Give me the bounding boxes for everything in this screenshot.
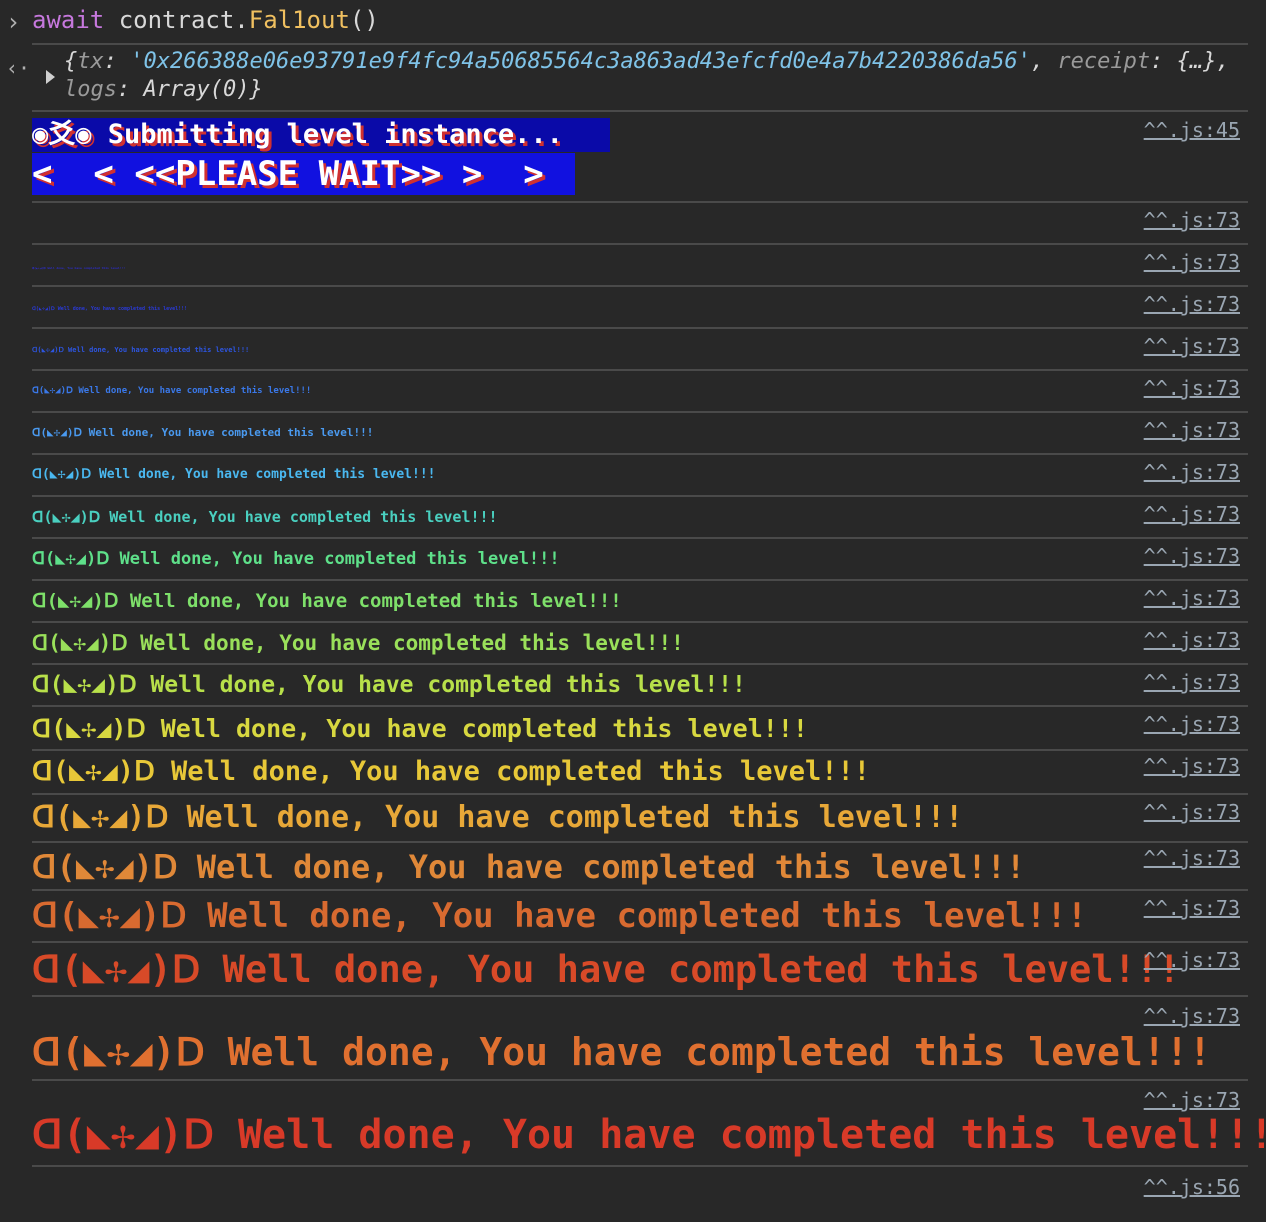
well-done-message: ᗡ(◣✢◢)ᗞ Well done, You have completed th… — [32, 426, 374, 439]
separator — [32, 1165, 1248, 1167]
well-done-message: ᗡ(◣✢◢)ᗞ Well done, You have completed th… — [32, 467, 436, 482]
console-log-row — [0, 202, 1266, 244]
please-wait-banner: < < <<PLEASE WAIT>> > > — [32, 153, 575, 195]
source-link[interactable]: ^^.js:73 — [1144, 418, 1240, 442]
well-done-message: ᗡ(◣✢◢)ᗞ Well done, You have completed th… — [32, 590, 622, 612]
return-arrow-icon: ‹· — [6, 56, 31, 80]
well-done-message: ᗡ(◣✢◢)ᗞ Well done, You have completed th… — [32, 672, 746, 698]
well-done-message: ᗡ(◣✢◢)ᗞ Well done, You have completed th… — [32, 848, 1026, 886]
well-done-message: ᗡ(◣✢◢)ᗞ Well done, You have completed th… — [32, 508, 498, 526]
console-input-row: › await contract.Fal1out() — [0, 0, 1266, 44]
well-done-message: ᗡ(◣✢◢)ᗞ Well done, You have completed th… — [32, 346, 250, 354]
logs-value: Array(0)} — [143, 77, 263, 102]
source-link[interactable]: ^^.js:45 — [1144, 118, 1240, 142]
source-link[interactable]: ^^.js:73 — [1144, 670, 1240, 694]
source-link[interactable]: ^^.js:73 — [1144, 948, 1240, 972]
prompt-chevron-icon: › — [6, 8, 21, 36]
command-text[interactable]: await contract.Fal1out() — [32, 6, 379, 34]
well-done-message: ᗡ(◣✢◢)ᗞ Well done, You have completed th… — [32, 631, 684, 655]
source-link[interactable]: ^^.js:73 — [1144, 334, 1240, 358]
source-link[interactable]: ^^.js:73 — [1144, 460, 1240, 484]
well-done-message: ᗡ(◣✢◢)ᗞ Well done, You have completed th… — [32, 800, 964, 835]
source-link[interactable]: ^^.js:73 — [1144, 754, 1240, 778]
source-link[interactable]: ^^.js:73 — [1144, 292, 1240, 316]
source-link[interactable]: ^^.js:73 — [1144, 846, 1240, 870]
console-log-row — [0, 286, 1266, 328]
well-done-message: ᗡ(◣✢◢)ᗞ Well done, You have completed th… — [32, 549, 560, 569]
separator — [32, 110, 1248, 112]
well-done-message: ᗡ(◣✢◢)ᗞ Well done, You have completed th… — [32, 714, 808, 743]
await-keyword: await — [32, 6, 105, 34]
source-link[interactable]: ^^.js:73 — [1144, 800, 1240, 824]
source-link[interactable]: ^^.js:73 — [1144, 628, 1240, 652]
source-link[interactable]: ^^.js:73 — [1144, 896, 1240, 920]
logs-key: logs — [64, 77, 117, 102]
source-link[interactable]: ^^.js:73 — [1144, 376, 1240, 400]
source-link[interactable]: ^^.js:73 — [1144, 544, 1240, 568]
result-line-1: {tx: '0x266388e06e93791e9f4fc94a50685564… — [64, 49, 1230, 74]
receipt-key: receipt — [1057, 49, 1151, 74]
source-link[interactable]: ^^.js:73 — [1144, 250, 1240, 274]
well-done-message: ᗡ(◣✢◢)ᗞ Well done, You have completed th… — [32, 386, 312, 396]
well-done-message: ᗡ(◣✢◢)ᗞ Well done, You have completed th… — [32, 1030, 1212, 1074]
source-link[interactable]: ^^.js:73 — [1144, 1088, 1240, 1112]
source-link[interactable]: ^^.js:73 — [1144, 1004, 1240, 1028]
expand-triangle-icon[interactable] — [46, 70, 55, 84]
well-done-message: ᗡ(◣✢◢)ᗞ Well done, You have completed th… — [32, 266, 126, 270]
well-done-message: ᗡ(◣✢◢)ᗞ Well done, You have completed th… — [32, 896, 1088, 936]
call-parens: () — [349, 6, 379, 34]
source-link[interactable]: ^^.js:73 — [1144, 712, 1240, 736]
well-done-message: ᗡ(◣✢◢)ᗞ Well done, You have completed th… — [32, 948, 1181, 991]
well-done-message: ᗡ(◣✢◢)ᗞ Well done, You have completed th… — [32, 756, 871, 787]
source-link[interactable]: ^^.js:73 — [1144, 208, 1240, 232]
well-done-message: ᗡ(◣✢◢)ᗞ Well done, You have completed th… — [32, 306, 188, 312]
function-name: Fal1out — [248, 6, 350, 34]
console-log-row — [0, 244, 1266, 286]
source-link[interactable]: ^^.js:73 — [1144, 586, 1240, 610]
tx-value: '0x266388e06e93791e9f4fc94a50685564c3a86… — [130, 49, 1031, 74]
result-object[interactable]: {tx: '0x266388e06e93791e9f4fc94a50685564… — [64, 48, 1230, 104]
contract-object: contract. — [104, 6, 249, 34]
source-link[interactable]: ^^.js:73 — [1144, 502, 1240, 526]
result-line-2: logs: Array(0)} — [64, 77, 263, 102]
submitting-banner: ◉爻◉ Submitting level instance... — [32, 118, 610, 152]
well-done-message: ᗡ(◣✢◢)ᗞ Well done, You have completed th… — [32, 1112, 1266, 1158]
receipt-value: {…} — [1176, 49, 1217, 74]
tx-key: tx — [77, 49, 104, 74]
source-link[interactable]: ^^.js:56 — [1144, 1175, 1240, 1199]
